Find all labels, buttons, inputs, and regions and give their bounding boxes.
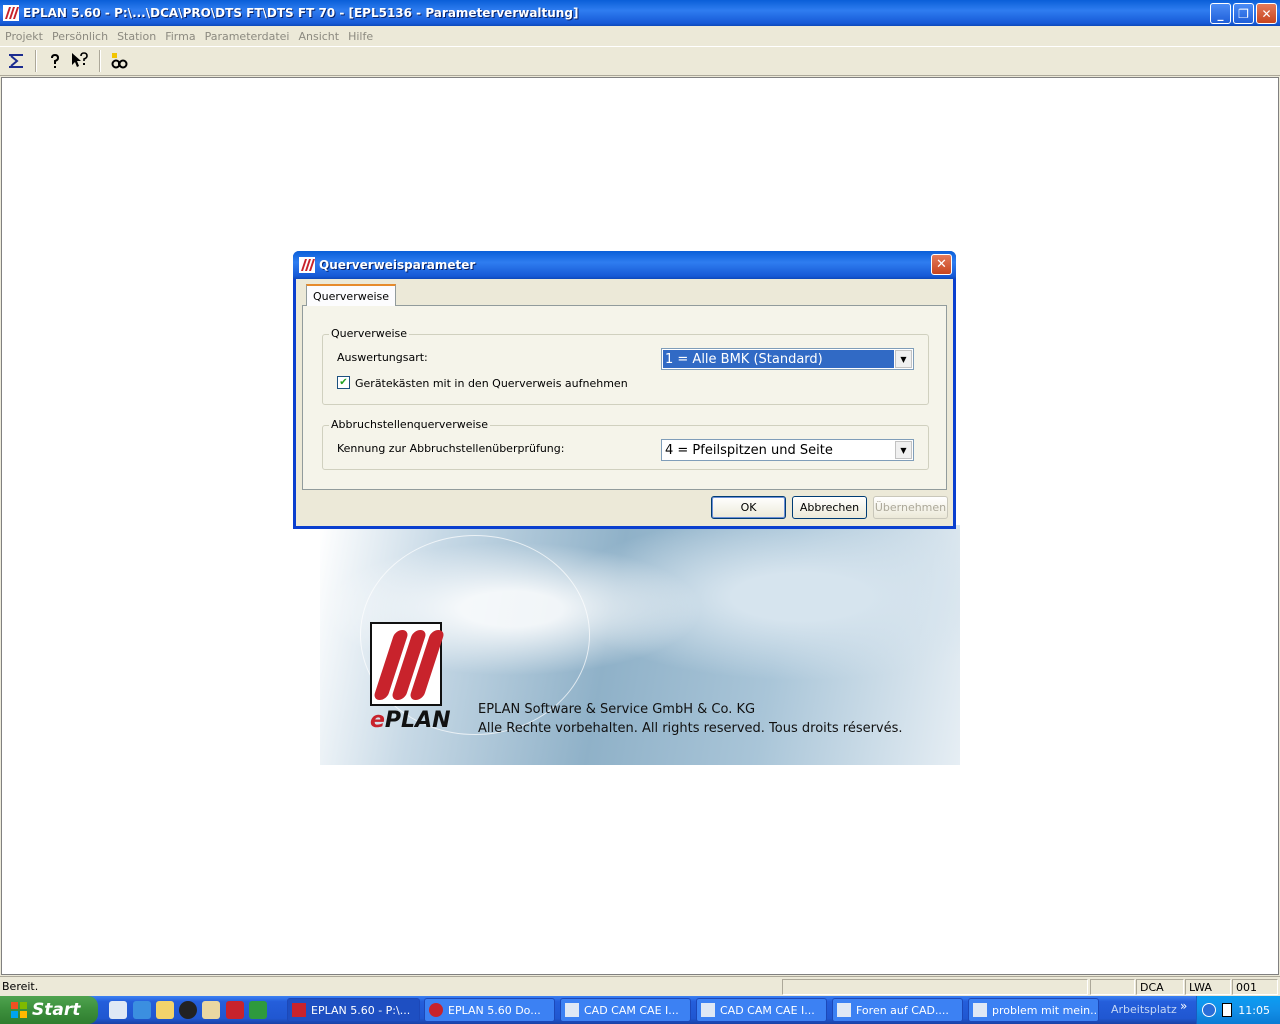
kennung-value: 4 = Pfeilspitzen und Seite xyxy=(665,442,833,458)
internet-explorer-icon[interactable] xyxy=(133,1001,151,1019)
toolbar-separator xyxy=(99,50,101,72)
eplan-doc-task-icon xyxy=(429,1003,443,1017)
arbeitsplatz-toolbar[interactable]: Arbeitsplatz xyxy=(1111,1003,1177,1016)
tab-querverweise[interactable]: Querverweise xyxy=(306,284,397,306)
wordmark-plan: PLAN xyxy=(384,708,451,733)
menu-parameterdatei[interactable]: Parameterdatei xyxy=(202,30,296,43)
dialog-close-button[interactable]: ✕ xyxy=(931,254,952,275)
quicklaunch-app-icon[interactable] xyxy=(179,1001,197,1019)
context-help-icon xyxy=(72,52,88,67)
browser-task-icon xyxy=(837,1003,851,1017)
browser-task-icon xyxy=(701,1003,715,1017)
status-bar: Bereit. DCA LWA 001 xyxy=(0,976,1280,996)
help-icon xyxy=(51,53,60,68)
geraetekaesten-label[interactable]: Gerätekästen mit in den Querverweis aufn… xyxy=(355,377,628,390)
status-pane-empty xyxy=(1090,979,1135,995)
task-problem[interactable]: problem mit mein... xyxy=(968,998,1099,1022)
help-button[interactable] xyxy=(43,49,67,73)
tray-expand-icon[interactable] xyxy=(1202,1003,1217,1017)
context-help-button[interactable] xyxy=(68,49,92,73)
task-label: CAD CAM CAE I... xyxy=(720,1003,815,1017)
auswertungsart-label: Auswertungsart: xyxy=(337,351,428,364)
auswertungsart-value: 1 = Alle BMK (Standard) xyxy=(663,350,894,368)
toolbar-separator xyxy=(35,50,37,72)
browser-task-icon xyxy=(565,1003,579,1017)
status-pane-dca: DCA xyxy=(1136,979,1184,995)
menu-ansicht[interactable]: Ansicht xyxy=(295,30,345,43)
task-eplan-main[interactable]: EPLAN 5.60 - P:\... xyxy=(287,998,420,1022)
close-button[interactable]: ✕ xyxy=(1256,3,1277,24)
dialog-titlebar[interactable]: Querverweisparameter ✕ xyxy=(293,251,956,279)
tab-panel: Querverweise Auswertungsart: 1 = Alle BM… xyxy=(302,305,947,490)
main-titlebar[interactable]: EPLAN 5.60 - P:\...\DCA\PRO\DTS FT\DTS F… xyxy=(0,0,1280,26)
status-pane-page: 001 xyxy=(1232,979,1278,995)
eplan-app-icon xyxy=(3,5,19,21)
apply-button[interactable]: Übernehmen xyxy=(873,496,948,519)
browser-task-icon xyxy=(973,1003,987,1017)
group-abbruchstellen: Abbruchstellenquerverweise Kennung zur A… xyxy=(322,418,929,470)
folder-icon[interactable] xyxy=(156,1001,174,1019)
menu-hilfe[interactable]: Hilfe xyxy=(345,30,379,43)
task-label: EPLAN 5.60 - P:\... xyxy=(311,1003,411,1017)
task-cad-2[interactable]: CAD CAM CAE I... xyxy=(696,998,827,1022)
task-label: Foren auf CAD.... xyxy=(856,1003,949,1017)
eplan-logo xyxy=(370,622,446,706)
status-pane-empty xyxy=(782,979,1088,995)
search-icon xyxy=(111,53,128,69)
window-title: EPLAN 5.60 - P:\...\DCA\PRO\DTS FT\DTS F… xyxy=(23,6,579,20)
quicklaunch-browser-icon[interactable] xyxy=(109,1001,127,1019)
menu-bar: Projekt Persönlich Station Firma Paramet… xyxy=(0,26,1280,46)
sigma-button[interactable] xyxy=(4,49,28,73)
cancel-button[interactable]: Abbrechen xyxy=(792,496,867,519)
group-querverweise: Querverweise Auswertungsart: 1 = Alle BM… xyxy=(322,327,929,405)
menu-persoenlich[interactable]: Persönlich xyxy=(49,30,114,43)
kennung-select[interactable]: 4 = Pfeilspitzen und Seite ▼ xyxy=(661,439,914,461)
wordmark-e: e xyxy=(370,708,385,733)
start-label: Start xyxy=(32,1000,81,1020)
windows-flag-icon xyxy=(11,1002,27,1018)
task-eplan-doc[interactable]: EPLAN 5.60 Do... xyxy=(424,998,555,1022)
geraetekaesten-checkbox[interactable]: ✔ xyxy=(337,376,350,389)
status-pane-lwa: LWA xyxy=(1185,979,1231,995)
querverweis-dialog: Querverweisparameter ✕ Querverweise Quer… xyxy=(293,251,956,529)
tray-device-icon[interactable] xyxy=(1222,1003,1233,1017)
eplan-wordmark: ePLAN xyxy=(370,708,451,733)
clock[interactable]: 11:05 xyxy=(1238,1004,1270,1017)
auswertungsart-select[interactable]: 1 = Alle BMK (Standard) ▼ xyxy=(661,348,914,370)
grid-app-icon[interactable] xyxy=(249,1001,267,1019)
task-cad-1[interactable]: CAD CAM CAE I... xyxy=(560,998,691,1022)
eplan-quicklaunch-icon[interactable] xyxy=(226,1001,244,1019)
search-button[interactable] xyxy=(107,49,131,73)
menu-projekt[interactable]: Projekt xyxy=(2,30,49,43)
toolbar xyxy=(0,46,1280,76)
splash-rights: Alle Rechte vorbehalten. All rights rese… xyxy=(478,721,903,736)
toolbar-chevron-icon[interactable]: » xyxy=(1180,999,1187,1013)
taskbar: Start EPLAN 5.60 - P:\... EPLAN 5.60 Do.… xyxy=(0,996,1280,1024)
eplan-dialog-icon xyxy=(299,257,315,273)
task-label: problem mit mein... xyxy=(992,1003,1099,1017)
restore-button[interactable]: ❐ xyxy=(1233,3,1254,24)
splash-company: EPLAN Software & Service GmbH & Co. KG xyxy=(478,702,756,717)
splash-image: ePLAN EPLAN Software & Service GmbH & Co… xyxy=(320,525,960,765)
dialog-title: Querverweisparameter xyxy=(319,258,476,272)
chevron-down-icon[interactable]: ▼ xyxy=(895,441,912,459)
status-text: Bereit. xyxy=(2,980,39,993)
menu-firma[interactable]: Firma xyxy=(162,30,201,43)
task-foren[interactable]: Foren auf CAD.... xyxy=(832,998,963,1022)
start-button[interactable]: Start xyxy=(0,996,98,1024)
book-icon[interactable] xyxy=(202,1001,220,1019)
sigma-icon xyxy=(9,54,23,68)
kennung-label: Kennung zur Abbruchstellenüberprüfung: xyxy=(337,442,565,455)
minimize-button[interactable]: _ xyxy=(1210,3,1231,24)
eplan-task-icon xyxy=(292,1003,306,1017)
task-label: EPLAN 5.60 Do... xyxy=(448,1003,541,1017)
group-querverweise-label: Querverweise xyxy=(329,327,410,340)
task-label: CAD CAM CAE I... xyxy=(584,1003,679,1017)
ok-button[interactable]: OK xyxy=(711,496,786,519)
group-abbruchstellen-label: Abbruchstellenquerverweise xyxy=(329,418,491,431)
chevron-down-icon[interactable]: ▼ xyxy=(895,350,912,368)
menu-station[interactable]: Station xyxy=(114,30,162,43)
system-tray: 11:05 xyxy=(1196,996,1280,1024)
